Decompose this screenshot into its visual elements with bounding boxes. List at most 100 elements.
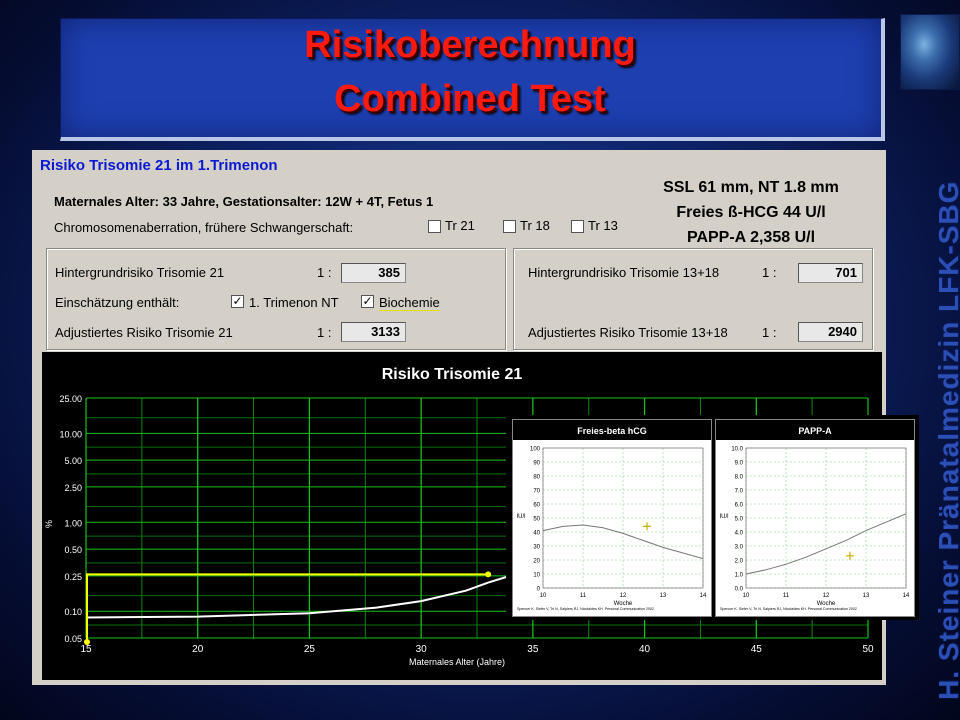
tr13-label: Tr 13: [588, 218, 618, 233]
chromosome-label: Chromosomenaberration, frühere Schwanger…: [54, 220, 354, 235]
y-tick-label: 0: [537, 587, 541, 593]
y-tick-label: 10.00: [59, 429, 82, 439]
y-tick-label: 5.00: [64, 456, 82, 466]
inset-charts-frame: Freies-beta hCG 0 10 20 30 40 50 60 70 80 90 100 10 1…: [506, 415, 919, 620]
y-tick-label: 1.00: [64, 518, 82, 528]
x-tick-label: 14: [700, 593, 707, 599]
x-tick-label: 30: [416, 644, 428, 655]
inset-title: PAPP-A: [798, 426, 832, 436]
y-tick-label: 6.0: [735, 503, 744, 509]
y-tick-label: 10.0: [731, 447, 743, 453]
tr21-checkbox[interactable]: [428, 220, 441, 233]
y-tick-label: 70: [533, 489, 540, 495]
inset-title: Freies-beta hCG: [577, 426, 647, 436]
x-tick-label: 11: [783, 593, 790, 599]
x-tick-label: 40: [639, 644, 651, 655]
y-tick-label: 90: [533, 461, 540, 467]
bg-risk-t21-ratio: 1 :: [317, 265, 332, 280]
hcg-info: Freies ß-HCG 44 U/l: [676, 204, 826, 221]
x-tick-label: 13: [660, 593, 667, 599]
adj-risk-t21-ratio: 1 :: [317, 325, 332, 340]
trisomy1318-group: Hintergrundrisiko Trisomie 13+18 1 : 701…: [513, 248, 873, 350]
included-label: Einschätzung enthält:: [55, 295, 180, 310]
y-tick-label: 8.0: [735, 475, 744, 481]
nt-checkbox[interactable]: ✓: [231, 295, 244, 308]
pappa-inset: PAPP-A 0.0 1.0 2.0 3.0 4.0 5.0 6.0 7.0 8.0 9.0 10.0…: [715, 419, 915, 617]
tr21-label: Tr 21: [445, 218, 475, 233]
maternal-age-line: Maternales Alter: 33 Jahre, Gestationsal…: [54, 194, 434, 209]
y-tick-label: 40: [533, 531, 540, 537]
x-tick-label: 14: [903, 593, 910, 599]
x-tick-label: 45: [751, 644, 763, 655]
slide-title-line2: Combined Test: [334, 78, 606, 120]
y-tick-label: 2.0: [735, 559, 744, 565]
adj-risk-t1318-value: 2940: [798, 322, 863, 342]
age-marker-point: [84, 639, 90, 645]
x-tick-label: 10: [743, 593, 750, 599]
y-tick-label: 2.50: [64, 483, 82, 493]
bg-risk-t21-label: Hintergrundrisiko Trisomie 21: [55, 265, 225, 280]
x-tick-label: 11: [580, 593, 587, 599]
y-tick-label: 60: [533, 503, 540, 509]
y-axis-label: IU/l: [720, 514, 729, 520]
y-tick-label: 0.10: [64, 607, 82, 617]
bg-risk-t1318-ratio: 1 :: [762, 265, 777, 280]
inset-footnote: Spencer K, Siefer V, Tri N, Salpiers RJ,…: [517, 607, 654, 611]
hcg-inset: Freies-beta hCG 0 10 20 30 40 50 60 70 80 90 100 10 1…: [512, 419, 712, 617]
x-axis-label: Maternales Alter (Jahre): [409, 657, 505, 667]
ultrasound-thumbnail: [900, 14, 960, 90]
y-axis-label: %: [44, 520, 54, 528]
adj-risk-t1318-ratio: 1 :: [762, 325, 777, 340]
x-tick-label: 50: [862, 644, 874, 655]
y-tick-label: 25.00: [59, 394, 82, 404]
pappa-chart-svg: PAPP-A 0.0 1.0 2.0 3.0 4.0 5.0 6.0 7.0 8.0 9.0 10.0…: [716, 420, 914, 611]
x-tick-label: 13: [863, 593, 870, 599]
y-tick-label: 4.0: [735, 531, 744, 537]
adj-risk-t21-label: Adjustiertes Risiko Trisomie 21: [55, 325, 233, 340]
y-tick-label: 5.0: [735, 517, 744, 523]
ssl-nt-info: SSL 61 mm, NT 1.8 mm: [663, 179, 839, 196]
adj-risk-t1318-label: Adjustiertes Risiko Trisomie 13+18: [528, 325, 728, 340]
y-tick-label: 3.0: [735, 545, 744, 551]
tr13-checkbox[interactable]: [571, 220, 584, 233]
y-tick-label: 0.05: [64, 634, 82, 644]
x-tick-label: 20: [192, 644, 204, 655]
y-tick-label: 10: [533, 573, 540, 579]
bg-risk-t21-value: 385: [341, 263, 406, 283]
patient-marker: [643, 522, 651, 531]
y-tick-label: 0.25: [64, 572, 82, 582]
biochem-checkbox-label: Biochemie: [379, 295, 440, 311]
y-tick-label: 100: [530, 447, 541, 453]
x-tick-label: 15: [80, 644, 92, 655]
slide-title-line1: Risikoberechnung: [304, 24, 636, 66]
hcg-chart-svg: Freies-beta hCG010203040506070809010010 1…: [513, 420, 711, 611]
x-tick-label: 35: [527, 644, 539, 655]
tr18-label: Tr 18: [520, 218, 550, 233]
bg-risk-t1318-value: 701: [798, 263, 863, 283]
y-tick-label: 30: [533, 545, 540, 551]
biochem-checkbox[interactable]: ✓: [361, 295, 374, 308]
y-tick-label: 9.0: [735, 461, 744, 467]
y-axis-label: IU/l: [517, 514, 526, 520]
risk-marker-point: [485, 571, 492, 578]
y-tick-label: 50: [533, 517, 540, 523]
author-vertical-text: H. Steiner Pränatalmedizin LFK-SBG: [933, 180, 960, 700]
x-tick-label: 25: [304, 644, 316, 655]
y-tick-label: 1.0: [735, 573, 744, 579]
risk-marker-line: [86, 573, 489, 642]
pappa-info: PAPP-A 2,358 U/l: [686, 229, 816, 246]
x-tick-label: 12: [823, 593, 830, 599]
panel-title: Risiko Trisomie 21 im 1.Trimenon: [40, 157, 278, 174]
tr18-checkbox[interactable]: [503, 220, 516, 233]
y-tick-label: 7.0: [735, 489, 744, 495]
bg-risk-t1318-label: Hintergrundrisiko Trisomie 13+18: [528, 265, 720, 280]
y-tick-label: 80: [533, 475, 540, 481]
y-tick-label: 0.0: [735, 587, 744, 593]
trisomy21-group: Hintergrundrisiko Trisomie 21 1 : 385 Ei…: [46, 248, 506, 350]
adj-risk-t21-value: 3133: [341, 322, 406, 342]
x-tick-label: 12: [620, 593, 627, 599]
patient-marker: [846, 551, 854, 560]
inset-footnote: Spencer K, Siefer V, Tri N, Salpiers RJ,…: [720, 607, 857, 611]
y-tick-label: 20: [533, 559, 540, 565]
x-tick-label: 10: [540, 593, 547, 599]
